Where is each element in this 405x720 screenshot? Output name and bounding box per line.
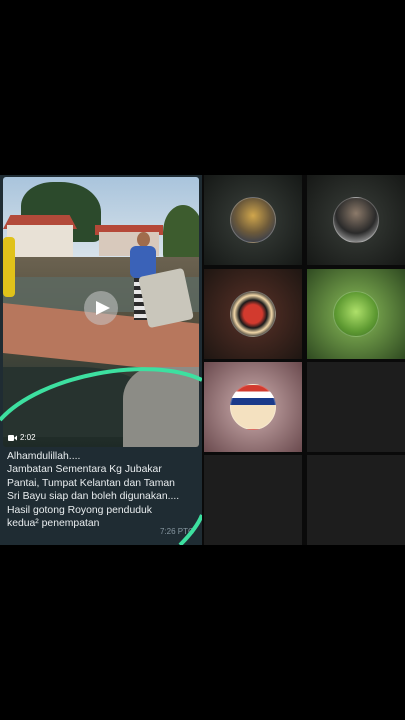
message-timestamp: 7:26 PTG: [160, 527, 195, 536]
video-call-screen: 2:02 Alhamdulillah.... Jambatan Sementar…: [0, 175, 405, 545]
chat-message-panel[interactable]: 2:02 Alhamdulillah.... Jambatan Sementar…: [0, 175, 202, 545]
participant-tile-8[interactable]: [307, 455, 405, 545]
participant-tile-7[interactable]: [204, 455, 302, 545]
video-duration: 2:02: [8, 433, 36, 442]
message-text: Alhamdulillah.... Jambatan Sementara Kg …: [7, 451, 180, 530]
video-camera-icon: [8, 434, 17, 441]
participant-tile-2[interactable]: [307, 175, 405, 265]
armored-figure-avatar-icon: [230, 197, 276, 243]
participant-tile-3[interactable]: [204, 269, 302, 359]
participant-tile-5[interactable]: [204, 362, 302, 452]
participant-grid: [204, 175, 405, 545]
play-button[interactable]: [84, 291, 118, 325]
participant-tile-1[interactable]: [204, 175, 302, 265]
participant-tile-4[interactable]: [307, 269, 405, 359]
green-cartoon-avatar-icon: [333, 291, 379, 337]
person-yellow-shirt: [3, 237, 15, 297]
emblem-avatar-icon: [230, 291, 276, 337]
man-portrait-avatar-icon: [333, 197, 379, 243]
flag-people-avatar-icon: [230, 384, 276, 430]
participant-tile-6[interactable]: [307, 362, 405, 452]
play-icon: [95, 301, 110, 315]
video-thumbnail[interactable]: 2:02: [3, 177, 199, 447]
